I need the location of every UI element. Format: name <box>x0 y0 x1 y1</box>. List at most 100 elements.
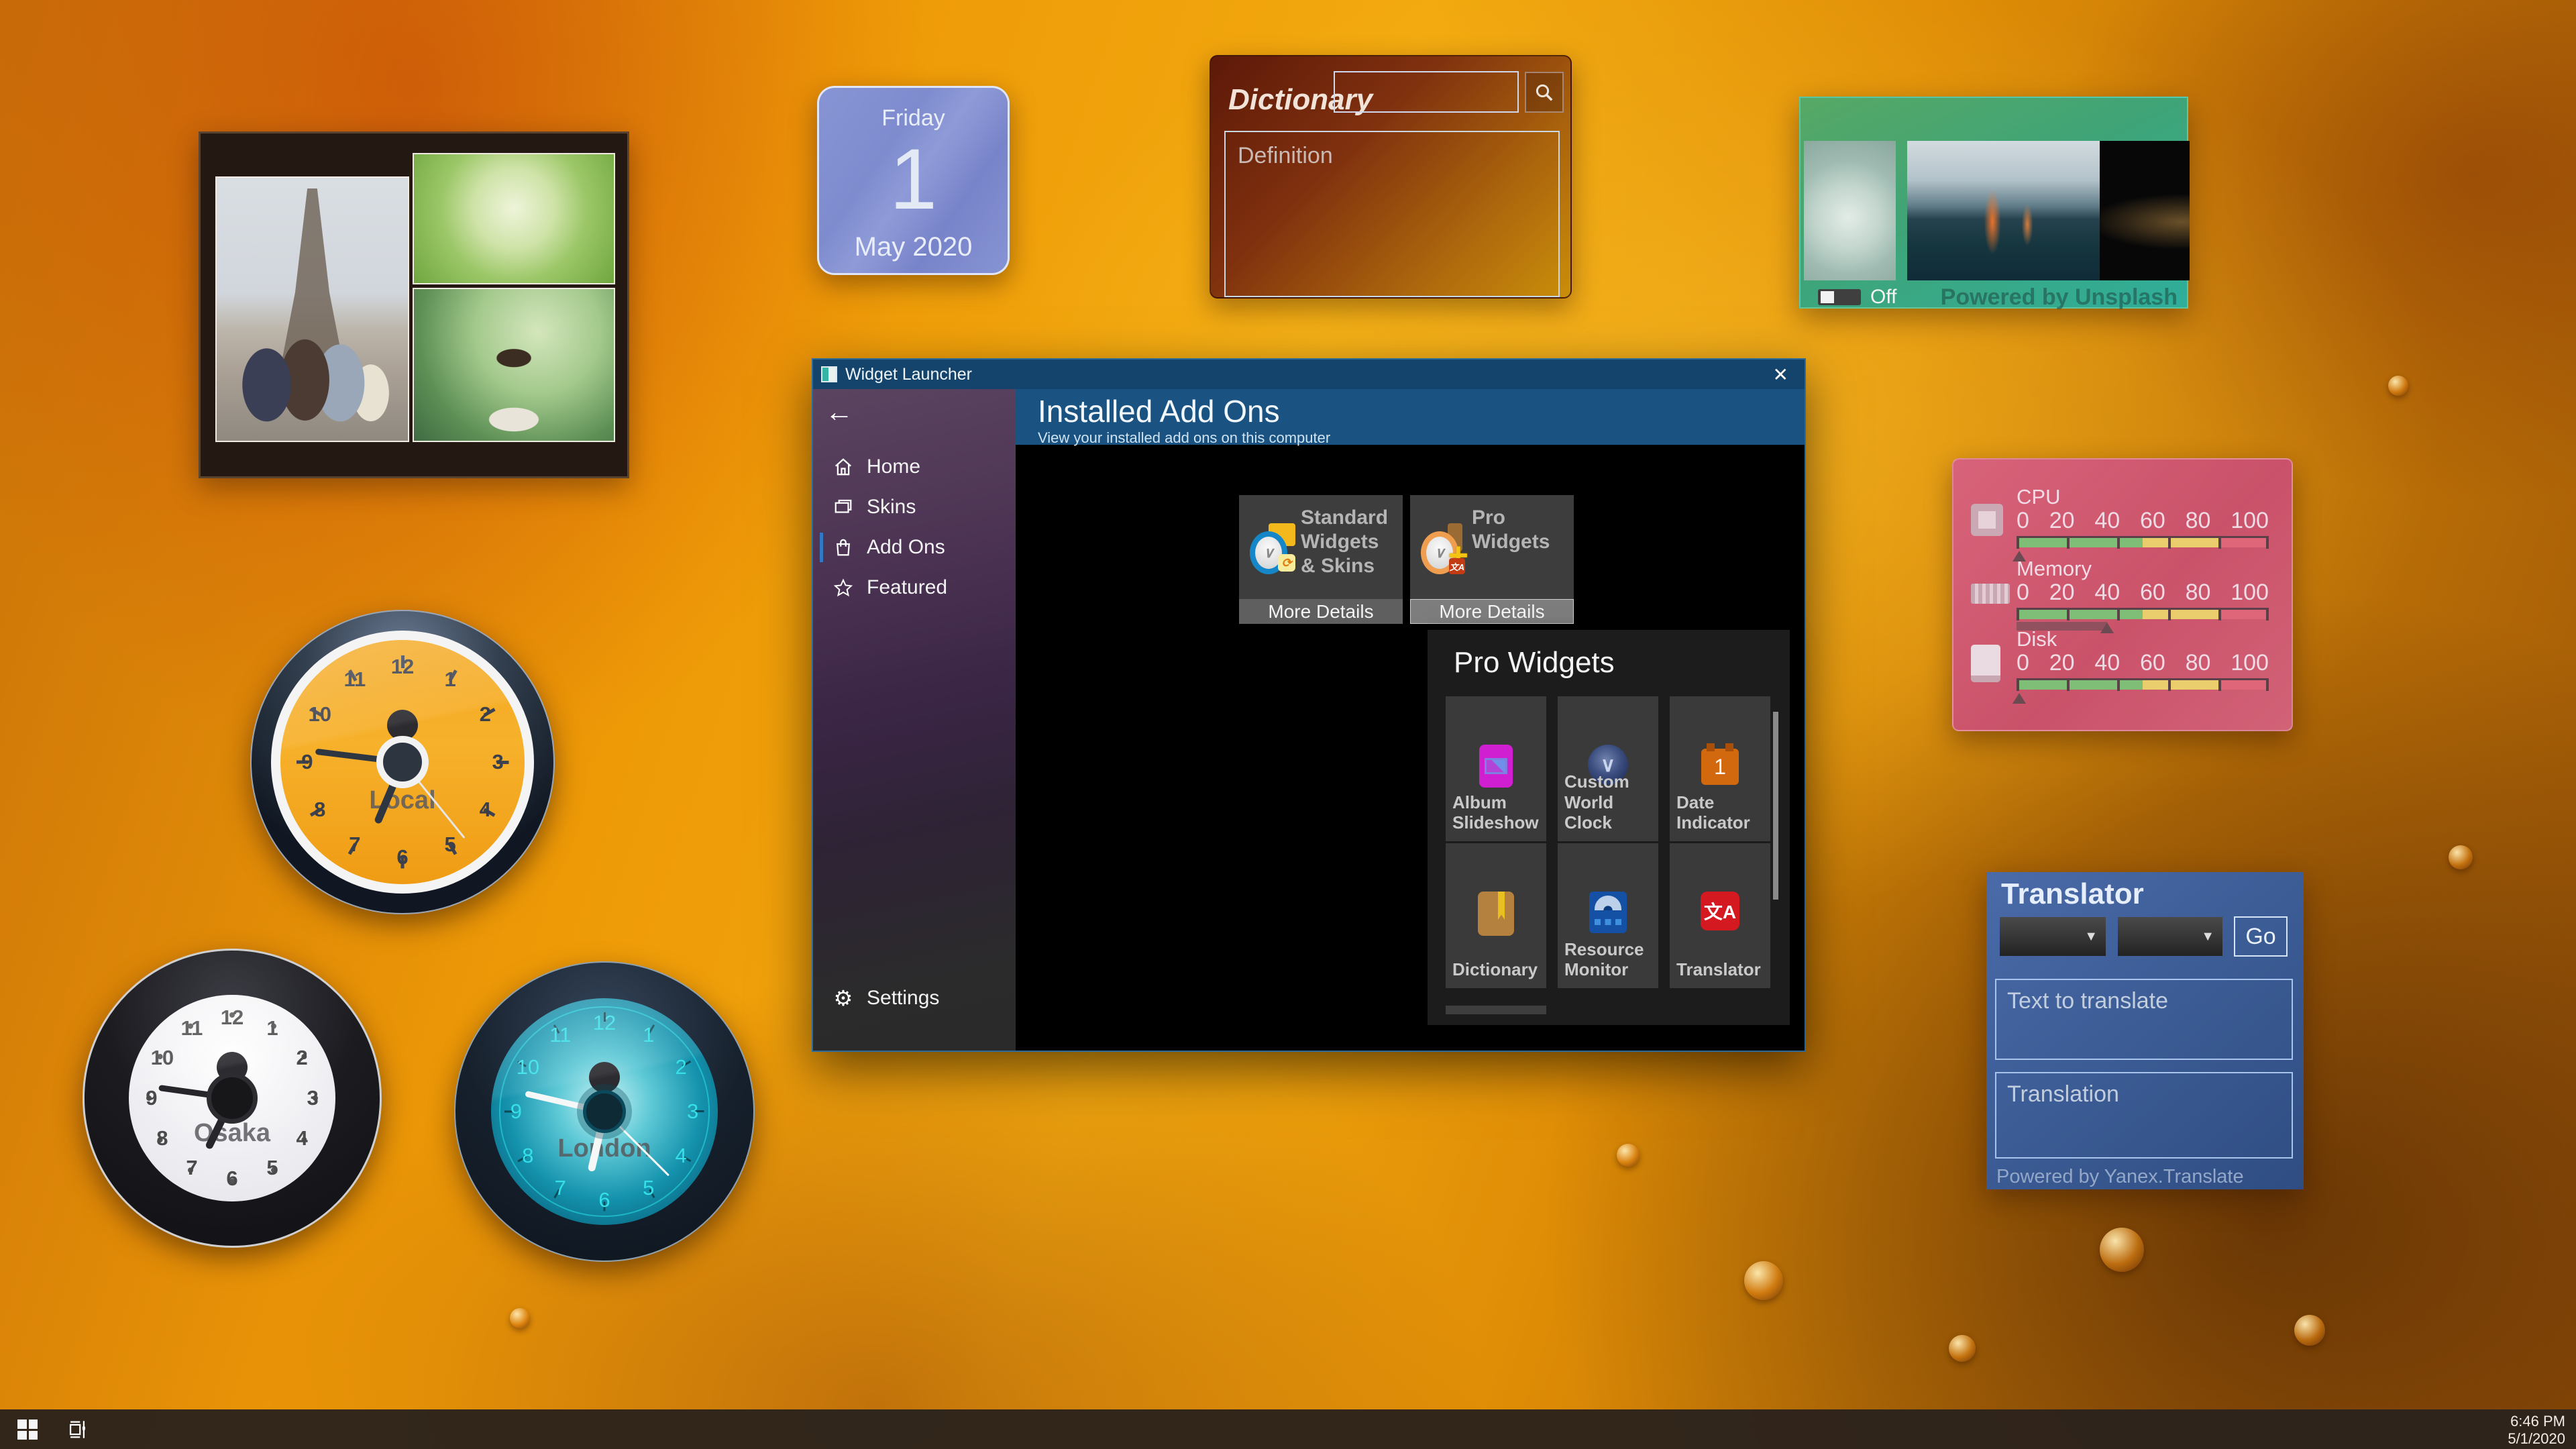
clock-label: Local <box>280 786 525 815</box>
cpu-chip-icon <box>1971 504 2003 536</box>
sidebar-item-add-ons[interactable]: Add Ons <box>813 527 1016 568</box>
clock-numeral: 6 <box>598 1188 610 1212</box>
widget-tile-date-indicator[interactable]: 1 Date Indicator <box>1670 696 1770 841</box>
more-details-button[interactable]: More Details <box>1239 599 1403 624</box>
clock-pivot <box>376 736 429 788</box>
unsplash-credit: Powered by Unsplash <box>1941 284 2178 311</box>
clock-numeral: 4 <box>675 1144 686 1168</box>
clock-tick <box>280 640 525 885</box>
slideshow-widget[interactable]: Off Powered by Unsplash <box>1799 97 2188 309</box>
clock-numeral: 2 <box>675 1055 686 1079</box>
tile-label: Translator <box>1676 959 1766 980</box>
target-language-dropdown[interactable]: ▼ <box>2118 917 2222 956</box>
popup-title: Pro Widgets <box>1454 646 1615 680</box>
source-text-area[interactable]: Text to translate <box>1995 979 2293 1060</box>
close-icon[interactable]: ✕ <box>1773 364 1788 386</box>
dictionary-search-button[interactable] <box>1525 72 1564 113</box>
clock-tick <box>129 995 335 1201</box>
scale-tick: 0 <box>2017 650 2029 676</box>
star-icon <box>832 578 855 598</box>
clock-tick <box>280 640 525 885</box>
translator-title: Translator <box>2001 877 2144 911</box>
taskbar-clock[interactable]: 6:46 PM 5/1/2020 <box>2508 1413 2565 1448</box>
clock-numeral: 10 <box>151 1046 174 1070</box>
clock-numeral: 7 <box>186 1156 197 1180</box>
calendar-weekday: Friday <box>819 105 1008 131</box>
start-button[interactable] <box>17 1419 38 1440</box>
scale-tick: 0 <box>2017 508 2029 534</box>
translator-widget[interactable]: Translator ▼ ▼ Go Text to translate Tran… <box>1986 872 2304 1189</box>
clock-tick <box>129 995 335 1201</box>
clock-label: Osaka <box>129 1119 335 1148</box>
taskbar-app-widget-launcher[interactable] <box>66 1418 89 1441</box>
sidebar-item-settings[interactable]: ⚙ Settings <box>813 978 1016 1018</box>
go-button[interactable]: Go <box>2234 916 2288 957</box>
horizontal-scrollbar[interactable] <box>1446 1006 1546 1014</box>
widget-tile-custom-world-clock[interactable]: ∨ Custom World Clock <box>1558 696 1658 841</box>
clock-tick <box>129 995 335 1201</box>
water-droplet <box>1744 1261 1783 1300</box>
calendar-widget[interactable]: Friday 1 May 2020 <box>817 86 1010 275</box>
addon-card-pro-widgets[interactable]: ∨ + 文A Pro Widgets More Details <box>1410 495 1574 624</box>
taskbar-time: 6:46 PM <box>2508 1413 2565 1430</box>
vertical-scrollbar[interactable] <box>1773 712 1778 900</box>
more-details-button[interactable]: More Details <box>1410 599 1574 624</box>
scale-tick: 40 <box>2094 650 2120 676</box>
clock-numeral: 12 <box>593 1011 616 1035</box>
scale-tick: 80 <box>2186 580 2211 606</box>
back-button[interactable]: ← <box>825 396 853 428</box>
hour-hand <box>373 761 406 824</box>
tile-label: Date Indicator <box>1676 792 1766 833</box>
dictionary-widget[interactable]: Dictionary Definition <box>1210 55 1572 299</box>
widget-tile-translator[interactable]: 文A Translator <box>1670 843 1770 988</box>
clock-numeral: 1 <box>266 1016 278 1040</box>
slideshow-photo-night-road <box>2100 141 2190 280</box>
dictionary-definition-box[interactable]: Definition <box>1224 131 1560 297</box>
title-bar[interactable]: Widget Launcher ✕ <box>813 360 1805 389</box>
slideshow-toggle[interactable] <box>1818 289 1861 305</box>
sidebar-item-skins[interactable]: Skins <box>813 487 1016 527</box>
widget-tile-album-slideshow[interactable]: Album Slideshow <box>1446 696 1546 841</box>
clock-numeral: 4 <box>296 1126 307 1150</box>
clock-numeral: 8 <box>156 1126 168 1150</box>
clock-widget-london[interactable]: 123456789101112 London <box>454 961 755 1262</box>
chevron-down-icon: ▼ <box>2201 929 2214 945</box>
yanex-translate-credit: Powered by Yanex.Translate <box>1996 1166 2244 1188</box>
gauge-label: CPU <box>2017 485 2060 509</box>
clock-tick <box>491 998 717 1224</box>
water-droplet <box>1617 1144 1640 1167</box>
photo-frame-widget[interactable] <box>199 131 629 478</box>
clock-numeral: 8 <box>522 1144 533 1168</box>
widget-tile-dictionary[interactable]: Dictionary <box>1446 843 1546 988</box>
gauge-label: Memory <box>2017 557 2092 581</box>
clock-numeral: 5 <box>266 1156 278 1180</box>
clock-numeral: 10 <box>309 702 331 727</box>
clock-numeral: 12 <box>221 1006 244 1030</box>
sidebar-item-featured[interactable]: Featured <box>813 568 1016 608</box>
clock-widget-local[interactable]: 123456789101112 Local <box>250 610 555 914</box>
scale-tick: 60 <box>2140 650 2165 676</box>
sidebar-item-label: Featured <box>867 576 947 599</box>
scale-tick: 20 <box>2049 508 2075 534</box>
sidebar-item-home[interactable]: Home <box>813 447 1016 487</box>
addon-card-standard-widgets[interactable]: ∨ ⟳ Standard Widgets & Skins More Detail… <box>1239 495 1403 624</box>
clock-numeral: 9 <box>511 1099 522 1124</box>
clock-numeral: 11 <box>344 667 366 692</box>
dictionary-search-input[interactable] <box>1334 71 1519 113</box>
windows-logo-icon <box>29 1419 38 1429</box>
clock-numeral: 10 <box>517 1055 539 1079</box>
clock-widget-osaka[interactable]: 123456789101112 Osaka <box>83 949 382 1248</box>
widget-tile-resource-monitor[interactable]: Resource Monitor <box>1558 843 1658 988</box>
gauge-label: Disk <box>2017 627 2057 651</box>
water-droplet <box>2100 1228 2144 1272</box>
clock-tick <box>280 640 525 885</box>
clock-tick <box>129 995 335 1201</box>
water-droplet <box>510 1308 530 1328</box>
resource-monitor-widget[interactable]: CPU 0 20 40 60 80 100 Memory <box>1952 458 2293 731</box>
source-language-dropdown[interactable]: ▼ <box>2000 917 2106 956</box>
gauge-needle-row <box>2017 691 2269 706</box>
translation-text-area[interactable]: Translation <box>1995 1072 2293 1159</box>
clock-numeral: 7 <box>349 833 360 857</box>
taskbar-date: 5/1/2020 <box>2508 1430 2565 1448</box>
date-indicator-icon: 1 <box>1701 749 1739 785</box>
